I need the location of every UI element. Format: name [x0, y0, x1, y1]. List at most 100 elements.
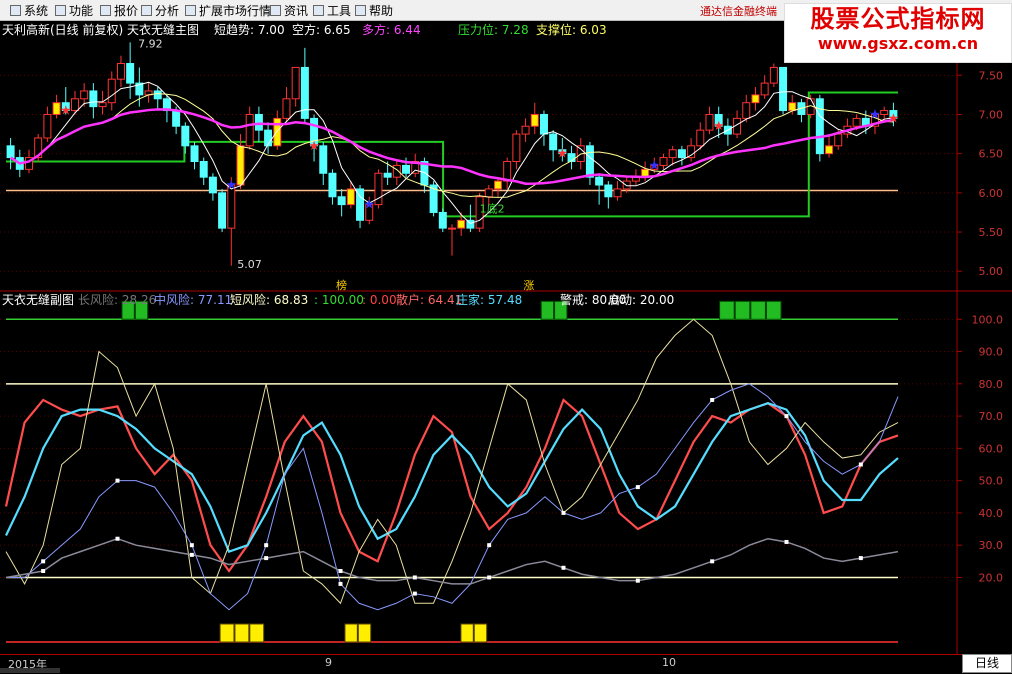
main-legend-item: 短趋势: 7.00 [214, 23, 285, 37]
series-point [710, 559, 715, 564]
bull-line [9, 108, 894, 186]
site-watermark: 股票公式指标网 www.gsxz.com.cn [784, 3, 1012, 63]
candle-body [218, 192, 227, 229]
candle-body [282, 98, 291, 119]
candle-body [677, 149, 686, 159]
broker-label: 通达信金融终端 [700, 5, 777, 18]
short-trend-line [10, 81, 894, 224]
menu-icon [355, 5, 366, 16]
menu-label: 分析 [155, 4, 180, 18]
candle-body [6, 145, 15, 159]
main-tick-label: 5.50 [979, 226, 1004, 239]
candle-body [319, 145, 328, 174]
menu-item-6[interactable]: 工具 [313, 2, 351, 19]
main-tick-label: 5.00 [979, 265, 1004, 278]
candle-body [80, 90, 89, 100]
sub-tick-label: 70.0 [979, 410, 1004, 423]
series-point [412, 575, 417, 580]
menu-item-0[interactable]: 系统 [10, 2, 48, 19]
candle-body [291, 66, 300, 100]
candle-body [788, 102, 797, 112]
main-tick-label: 6.00 [979, 187, 1004, 200]
candle-body [181, 125, 190, 147]
candle-body [337, 196, 346, 206]
menu-icon [313, 5, 324, 16]
start-signal-block [219, 623, 235, 643]
candle-body [208, 176, 217, 194]
candle-body [254, 113, 263, 131]
candle-body [604, 184, 613, 198]
series-line [5, 318, 899, 605]
candle-body [190, 145, 199, 163]
series-point [338, 581, 343, 586]
menu-item-7[interactable]: 帮助 [355, 2, 393, 19]
candle-body [273, 117, 282, 147]
series-point [858, 556, 863, 561]
menu-item-4[interactable]: 扩展市场行情 [185, 2, 271, 19]
candle-body [484, 188, 493, 198]
candle-body [539, 113, 548, 135]
menu-icon [55, 5, 66, 16]
sub-legend-item: 启动: 20.00 [608, 293, 674, 307]
menu-item-1[interactable]: 功能 [55, 2, 93, 19]
series-point [561, 510, 566, 515]
series-point [784, 414, 789, 419]
menu-label: 工具 [327, 4, 352, 18]
sub-tick-label: 40.0 [979, 507, 1004, 520]
start-signal-block [249, 623, 265, 643]
series-point [784, 539, 789, 544]
signal-star-icon: ★ [308, 139, 320, 154]
menu-icon [100, 5, 111, 16]
sub-tick-label: 50.0 [979, 475, 1004, 488]
series-point [115, 536, 120, 541]
menu-item-3[interactable]: 分析 [141, 2, 179, 19]
series-point [264, 556, 269, 561]
menu-label: 帮助 [369, 4, 394, 18]
candle-body [98, 102, 107, 108]
main-legend-item: 支撑位: 6.03 [536, 22, 607, 37]
candle-body [613, 188, 622, 198]
candle-body [852, 117, 861, 127]
series-point [710, 397, 715, 402]
sub-legend-title: 天衣无缝副图 [2, 292, 74, 307]
date-label: 9 [325, 656, 332, 669]
candle-body [402, 164, 411, 174]
candle-body [392, 164, 401, 178]
menu-icon [185, 5, 196, 16]
sub-legend-item: 长风险: 28.26 [78, 292, 156, 307]
zhang-marker: 涨 [523, 279, 534, 292]
main-legend-item: 多方: 6.44 [362, 22, 421, 37]
series-point [487, 575, 492, 580]
candle-body [438, 211, 447, 229]
period-button[interactable]: 日线 [962, 654, 1012, 673]
candle-body [595, 176, 604, 186]
signal-star-icon: ★ [713, 119, 725, 134]
menu-item-5[interactable]: 资讯 [270, 2, 308, 19]
candle-body [825, 145, 834, 155]
bottom-marker: 1底2 [480, 201, 505, 215]
candle-body [328, 172, 337, 198]
candle-body [521, 125, 530, 135]
series-point [635, 578, 640, 583]
high-price-label: 7.92 [138, 37, 163, 50]
sub-tick-label: 100.0 [972, 313, 1004, 326]
sub-legend-item: : 0.00 [362, 293, 397, 307]
watermark-url: www.gsxz.com.cn [817, 34, 979, 53]
signal-star-icon: ★ [869, 107, 881, 122]
candle-body [687, 145, 696, 159]
series-point [338, 569, 343, 573]
date-axis: 2015年 9 10 [0, 654, 1012, 674]
series-point [41, 569, 46, 573]
main-legend-title: 天利高新(日线 前复权) 天衣无缝主图 [2, 22, 199, 37]
series-line [6, 383, 899, 611]
short-ma-line [10, 93, 894, 198]
menu-item-2[interactable]: 报价 [100, 2, 138, 19]
sub-tick-label: 80.0 [979, 378, 1004, 391]
candle-body [530, 113, 539, 127]
candle-body [751, 94, 760, 104]
buy-signal-block [540, 300, 555, 320]
candle-body [622, 180, 631, 190]
signal-star-icon: ★ [60, 104, 72, 119]
buy-signal-block [734, 300, 751, 320]
date-label: 10 [662, 656, 676, 669]
